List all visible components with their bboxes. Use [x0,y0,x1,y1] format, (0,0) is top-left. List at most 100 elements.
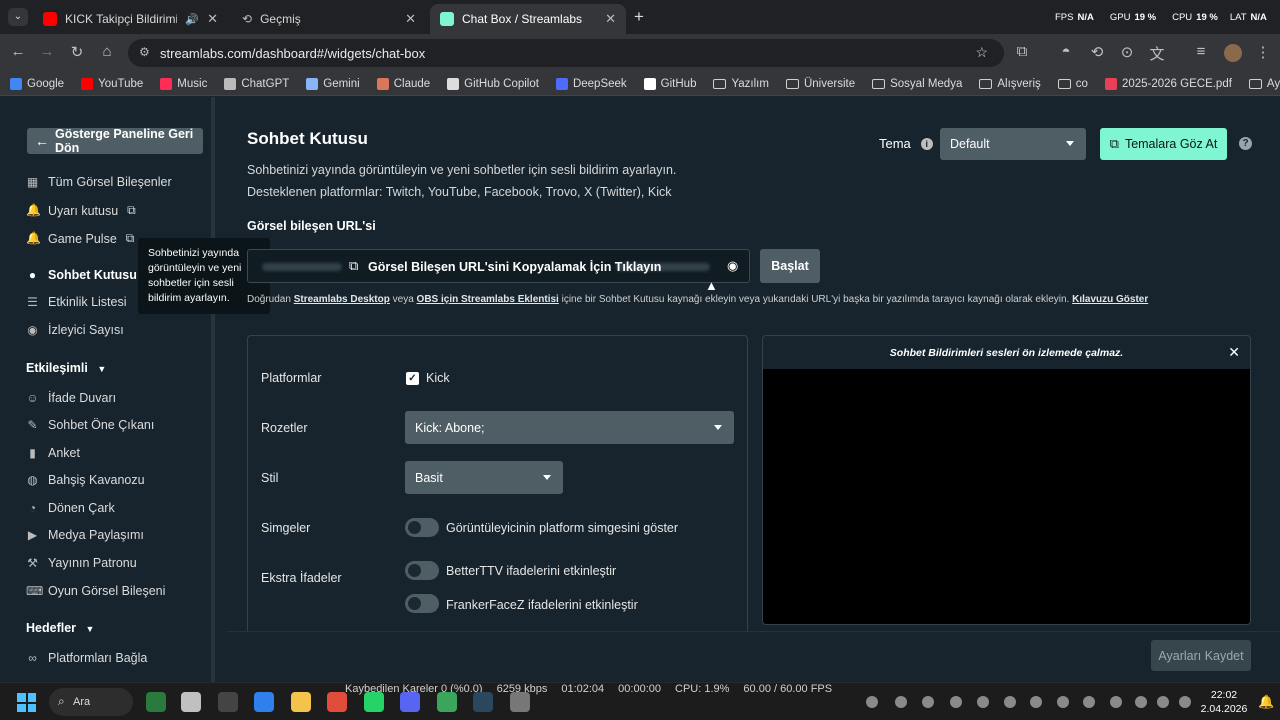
style-select[interactable]: Basit [405,461,563,494]
link-show-guide[interactable]: Kılavuzu Göster [1072,294,1148,305]
bookmark-item[interactable]: Alışveriş [979,78,1041,90]
history-toolbar-icon[interactable]: ⟲ [1087,43,1107,61]
section-goals[interactable]: Hedefler ▼ [26,621,94,635]
back-to-dashboard-button[interactable]: ← Gösterge Paneline Geri Dön [27,127,203,155]
app-icon[interactable] [181,692,201,712]
bookmark-item[interactable]: Google [10,77,64,90]
bookmark-item[interactable]: 2025-2026 GECE.pdf [1104,77,1232,90]
sidebar-item[interactable]: ◍ Bahşiş Kavanozu [26,473,144,487]
help-icon[interactable]: ? [1239,137,1252,150]
sidebar-item[interactable]: 🔔 Game Pulse ⧉ [26,231,134,246]
bookmark-item[interactable]: Claude [376,77,430,90]
incognito-icon[interactable]: ◓ [1056,43,1076,60]
translate-icon[interactable]: 文 [1147,43,1167,64]
screenshot-icon[interactable]: ⊙ [1117,43,1137,61]
chrome-icon[interactable] [327,692,347,712]
close-tab-icon[interactable]: ✕ [605,11,616,27]
bookmark-item[interactable]: Sosyal Medya [872,78,962,90]
info-icon[interactable]: i [920,137,933,150]
close-icon[interactable]: ✕ [1228,344,1240,361]
bookmark-star-icon[interactable]: ☆ [975,44,988,61]
profile-avatar[interactable] [1224,44,1242,62]
discord-icon[interactable] [400,692,420,712]
windows-start-icon[interactable] [17,693,36,712]
tray-app-icon[interactable] [950,696,962,708]
tray-app-icon[interactable] [922,696,934,708]
taskbar-clock[interactable]: 22:02 2.04.2026 [1200,688,1248,716]
badges-select[interactable]: Kick: Abone; [405,411,734,444]
sidebar-scrollbar[interactable] [211,97,215,682]
sidebar-item[interactable]: ◔ Dönen Çark [26,501,115,515]
theme-select[interactable]: Default [940,128,1086,160]
tray-app-icon[interactable] [895,696,907,708]
ffz-toggle[interactable] [405,594,439,613]
platform-icon-toggle[interactable] [405,518,439,537]
bookmark-item[interactable]: AysSoft [1248,78,1280,90]
eye-icon[interactable]: ◉ [727,258,738,274]
sidebar-item[interactable]: ⌨ Oyun Görsel Bileşeni [26,584,165,598]
forward-arrow-icon[interactable]: → [37,43,57,60]
tab-chat-box[interactable]: Chat Box / Streamlabs ✕ [430,4,626,34]
sidebar-item[interactable]: ✎ Sohbet Öne Çıkanı [26,418,154,432]
menu-kebab-icon[interactable]: ⋮ [1253,43,1273,61]
app-icon[interactable] [218,692,238,712]
bookmark-item[interactable]: co [1057,78,1088,90]
volume-icon[interactable] [1157,696,1169,708]
terminal-icon[interactable] [146,692,166,712]
home-icon[interactable]: ⌂ [97,43,117,60]
sidebar-item[interactable]: ▦ Tüm Görsel Bileşenler [26,175,172,189]
extensions-icon[interactable]: ⧉ [1012,43,1032,60]
browse-themes-button[interactable]: ⧉ Temalara Göz At [1100,128,1227,160]
link-streamlabs-desktop[interactable]: Streamlabs Desktop [294,294,390,305]
address-bar[interactable]: ⚙ streamlabs.com/dashboard#/widgets/chat… [128,39,1004,67]
xbox-icon[interactable] [437,692,457,712]
bookmark-item[interactable]: Gemini [306,77,360,90]
media-control-icon[interactable]: ≡ [1191,43,1211,60]
copy-widget-url-button[interactable]: ⧉ Görsel Bileşen URL'sini Kopyalamak İçi… [247,249,750,283]
vscode-icon[interactable] [254,692,274,712]
file-explorer-icon[interactable] [291,692,311,712]
sidebar-item[interactable]: ☺ İfade Duvarı [26,391,116,405]
bookmark-item[interactable]: Yazılım [713,78,769,90]
tab-search-button[interactable]: ⌄ [8,8,28,26]
sidebar-item[interactable]: ▶ Medya Paylaşımı [26,528,144,542]
reload-icon[interactable]: ↻ [67,43,87,61]
microphone-icon[interactable] [1110,696,1122,708]
back-arrow-icon[interactable]: ← [8,43,28,60]
notification-bell-icon[interactable]: 🔔 [1258,694,1274,710]
bookmark-item[interactable]: GitHub Copilot [447,77,539,90]
close-tab-icon[interactable]: ✕ [405,11,416,27]
save-settings-button[interactable]: Ayarları Kaydet [1151,640,1251,671]
tab-kick-notification[interactable]: KICK Takipçi Bildirimi ve Ek 🔊 ✕ [33,4,228,34]
bookmark-item[interactable]: GitHub [643,77,696,90]
bookmark-item[interactable]: DeepSeek [555,77,627,90]
sidebar-item[interactable]: ☰ Etkinlik Listesi [26,295,126,309]
whatsapp-icon[interactable] [364,692,384,712]
section-engagement[interactable]: Etkileşimli ▼ [26,361,106,375]
site-info-icon[interactable]: ⚙ [139,45,150,59]
tab-history[interactable]: ⟲ Geçmiş ✕ [232,4,426,34]
tray-app-icon[interactable] [1057,696,1069,708]
bttv-toggle[interactable] [405,561,439,580]
network-icon[interactable] [1135,696,1147,708]
steam-icon[interactable] [473,692,493,712]
new-tab-button[interactable]: + [634,7,644,27]
app-icon[interactable] [510,692,530,712]
close-tab-icon[interactable]: ✕ [207,11,218,27]
sidebar-item[interactable]: 🔔 Uyarı kutusu ⧉ [26,203,136,218]
kick-checkbox[interactable]: ✓ [406,372,419,385]
bookmark-item[interactable]: Üniversite [785,78,855,90]
link-obs-plugin[interactable]: OBS için Streamlabs Eklentisi [417,294,559,305]
tray-app-icon[interactable] [1004,696,1016,708]
tray-app-icon[interactable] [977,696,989,708]
bookmark-item[interactable]: YouTube [81,77,143,90]
tray-app-icon[interactable] [1083,696,1095,708]
sidebar-item[interactable]: ◉ İzleyici Sayısı [26,323,123,337]
chevron-up-icon[interactable] [866,696,878,708]
tray-app-icon[interactable] [1030,696,1042,708]
sidebar-item[interactable]: ● Sohbet Kutusu [26,268,137,282]
sidebar-item[interactable]: ∞ Platformları Bağla [26,651,147,665]
sidebar-item[interactable]: ▮ Anket [26,446,80,460]
sidebar-item[interactable]: ⚒ Yayının Patronu [26,556,137,570]
taskbar-search[interactable]: ⌕ Ara [49,688,133,716]
